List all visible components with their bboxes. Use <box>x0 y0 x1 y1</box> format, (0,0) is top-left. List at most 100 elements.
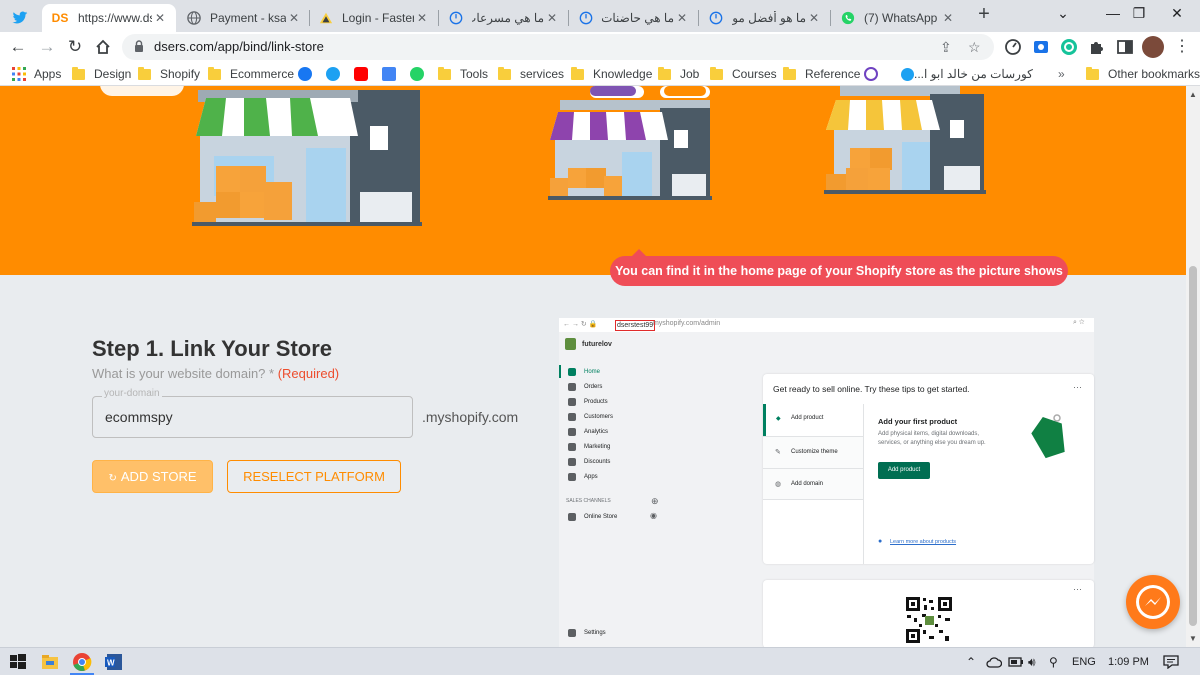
bookmark-tools[interactable]: Tools <box>438 66 488 82</box>
bookmark-ecommerce[interactable]: Ecommerce <box>208 66 294 82</box>
word-icon[interactable]: W <box>104 652 124 672</box>
bookmark-design[interactable]: Design <box>72 66 131 82</box>
speed-dial-extension-icon[interactable] <box>1004 38 1022 56</box>
reselect-platform-button[interactable]: RESELECT PLATFORM <box>227 460 401 493</box>
youtube-icon[interactable] <box>354 67 368 81</box>
volume-icon[interactable]: 🔊︎ <box>1028 648 1036 675</box>
tab-separator <box>698 10 699 26</box>
forward-button[interactable]: → <box>35 35 59 59</box>
close-icon[interactable]: ✕ <box>286 11 302 25</box>
bookmark-khaled-courses[interactable]: كورسات من خالد ابو ا... <box>893 66 1033 82</box>
bookmark-label: كورسات من خالد ابو ا... <box>914 67 1033 81</box>
bookmark-other[interactable]: Other bookmarks <box>1086 66 1200 82</box>
tab-strip: DS https://www.dse ✕ Payment - ksa4a ✕ L… <box>0 0 1200 32</box>
bookmark-reference[interactable]: Reference <box>783 66 860 82</box>
folder-icon <box>138 66 151 80</box>
close-icon[interactable]: ✕ <box>674 11 690 25</box>
store-brand: futurelov <box>565 338 612 350</box>
close-icon[interactable]: ✕ <box>544 11 560 25</box>
chrome-icon[interactable] <box>72 652 92 672</box>
extensions-puzzle-icon[interactable] <box>1088 38 1106 56</box>
tab-accelerators[interactable]: ما هي مسرعات ال ✕ <box>440 4 568 32</box>
home-button[interactable] <box>91 35 115 59</box>
chart-icon <box>568 427 576 436</box>
tab-best-site[interactable]: ما هو أفضل موقـ ✕ <box>700 4 830 32</box>
messenger-chat-button[interactable] <box>1126 575 1180 629</box>
new-tab-button[interactable]: + <box>974 4 994 24</box>
lock-icon[interactable] <box>134 40 144 58</box>
home-icon <box>568 367 576 376</box>
back-button[interactable]: ← <box>6 35 30 59</box>
share-icon[interactable]: ⇪ <box>940 34 952 60</box>
scrollbar-thumb[interactable] <box>1189 266 1197 626</box>
windows-start-icon[interactable] <box>10 652 26 672</box>
battery-icon[interactable] <box>1008 656 1024 668</box>
bookmark-star-icon[interactable]: ☆ <box>968 34 981 60</box>
clock[interactable]: 1:09 PM <box>1108 648 1149 675</box>
globe-icon: ◍ <box>775 481 782 488</box>
brush-icon: ✎ <box>775 449 781 456</box>
bookmark-services[interactable]: services <box>498 66 564 82</box>
menu-kebab-icon[interactable]: ⋮ <box>1170 35 1194 59</box>
scroll-up-icon[interactable]: ▲ <box>1189 90 1197 99</box>
add-channel-icon: ⊕ <box>651 496 659 506</box>
apps-icon <box>568 472 576 481</box>
close-icon[interactable]: ✕ <box>940 11 956 25</box>
bookmark-shopify[interactable]: Shopify <box>138 66 200 82</box>
close-window-button[interactable]: ✕ <box>1154 0 1200 28</box>
tab-separator <box>438 10 439 26</box>
tip-customize-theme: ✎ Customize theme <box>763 436 863 468</box>
store-domain-input[interactable]: ecommspy <box>92 396 413 438</box>
page-scrollbar[interactable]: ▲ ▼ <box>1186 86 1200 647</box>
folder-icon <box>438 66 451 80</box>
tab-twitter[interactable] <box>4 4 40 32</box>
address-bar[interactable]: dsers.com/app/bind/link-store ⇪ ☆ <box>122 34 994 60</box>
bookmark-label: Courses <box>732 67 777 81</box>
tray-chevron-up-icon[interactable]: ⌃ <box>966 648 976 675</box>
panel-add-product-button: Add product <box>878 462 930 479</box>
tab-whatsapp[interactable]: (7) WhatsApp ✕ <box>832 4 964 32</box>
reload-button[interactable]: ↻ <box>63 35 87 59</box>
bookmark-courses[interactable]: Courses <box>710 66 777 82</box>
language-indicator[interactable]: ENG <box>1072 648 1096 675</box>
close-icon[interactable]: ✕ <box>152 11 168 25</box>
scroll-down-icon[interactable]: ▼ <box>1189 634 1197 643</box>
bookmark-job[interactable]: Job <box>658 66 699 82</box>
domain-question: What is your website domain? * (Required… <box>92 366 339 381</box>
shot-nav-marketing: Marketing <box>559 440 759 453</box>
file-explorer-icon[interactable] <box>40 652 60 672</box>
close-icon[interactable]: ✕ <box>806 11 822 25</box>
onedrive-icon[interactable] <box>986 656 1002 668</box>
qr-code-icon <box>905 596 953 644</box>
tab-fasterpay[interactable]: Login - FasterPa ✕ <box>310 4 438 32</box>
shot-nav-discounts: Discounts <box>559 455 759 468</box>
tab-separator <box>568 10 569 26</box>
tab-search-chevron-icon[interactable]: ⌄ <box>1040 0 1086 28</box>
notifications-icon[interactable] <box>1163 655 1179 669</box>
bookmark-label: Knowledge <box>593 67 653 81</box>
side-panel-icon[interactable] <box>1116 38 1134 56</box>
facebook-icon[interactable] <box>298 67 312 81</box>
grammar-extension-icon[interactable] <box>1060 38 1078 56</box>
nav-label: Online Store <box>584 513 618 520</box>
whatsapp-icon[interactable] <box>410 67 424 81</box>
screen-record-extension-icon[interactable] <box>1032 38 1050 56</box>
other-storefront <box>824 86 986 194</box>
tab-payment[interactable]: Payment - ksa4a ✕ <box>178 4 310 32</box>
tab-incubators[interactable]: ما هي حاضنات ال ✕ <box>570 4 698 32</box>
add-store-button[interactable]: ↻ ADD STORE <box>92 460 213 493</box>
bookmark-apps[interactable]: Apps <box>12 66 61 82</box>
translate-icon[interactable] <box>382 67 396 81</box>
twitter-icon[interactable] <box>326 67 340 81</box>
network-icon[interactable]: ⚲ <box>1049 648 1058 675</box>
tip-add-product: ◆ Add product <box>763 404 863 436</box>
domain-suffix: .myshopify.com <box>422 409 519 425</box>
site-icon[interactable] <box>864 67 878 81</box>
tab-dsers[interactable]: DS https://www.dse ✕ <box>42 4 176 32</box>
bookmark-knowledge[interactable]: Knowledge <box>571 66 652 82</box>
close-icon[interactable]: ✕ <box>414 11 430 25</box>
panel-text-2: services, or anything else you dream up. <box>878 440 986 446</box>
power-icon <box>708 10 724 26</box>
more-bookmarks-chevron-icon[interactable]: » <box>1058 66 1065 82</box>
profile-avatar[interactable] <box>1142 36 1164 58</box>
